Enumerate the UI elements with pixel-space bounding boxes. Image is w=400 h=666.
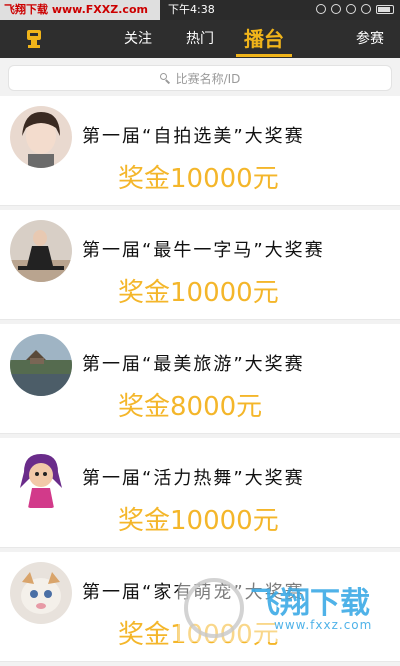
sync-icon <box>316 4 326 14</box>
status-bar: 飞翔下载 www.FXXZ.com 下午4:38 <box>0 0 400 20</box>
battery-icon <box>376 4 394 14</box>
signal-icon <box>361 4 371 14</box>
contest-prize: 奖金8000元 <box>118 392 263 422</box>
top-watermark: 飞翔下载 www.FXXZ.com <box>0 0 160 20</box>
watermark-brand: 飞翔下载 <box>250 586 370 621</box>
contest-title: 第一届“活力热舞”大奖赛 <box>82 468 305 489</box>
contest-card[interactable]: 第一届“最美旅游”大奖赛 奖金8000元 <box>0 324 400 434</box>
watermark-overlay: 飞翔下载 www.fxxz.com <box>178 574 388 642</box>
status-time: 下午4:38 <box>168 3 215 16</box>
tab-hot[interactable]: 热门 <box>172 20 228 58</box>
watermark-url: www.fxxz.com <box>274 618 373 632</box>
avatar <box>10 334 72 396</box>
contest-prize: 奖金10000元 <box>118 278 279 308</box>
active-tab-indicator <box>236 54 292 57</box>
location-icon <box>331 4 341 14</box>
logo-icon[interactable] <box>24 28 44 50</box>
contest-prize: 奖金10000元 <box>118 164 279 194</box>
avatar <box>10 106 72 168</box>
search-area: 比赛名称/ID <box>0 58 400 96</box>
top-nav: 关注 热门 播台 参赛 <box>0 20 400 58</box>
tab-follow[interactable]: 关注 <box>112 20 164 58</box>
watermark-logo-icon <box>184 578 244 638</box>
search-placeholder: 比赛名称/ID <box>175 71 241 86</box>
contest-title: 第一届“自拍选美”大奖赛 <box>82 126 305 147</box>
contest-title: 第一届“最美旅游”大奖赛 <box>82 354 305 375</box>
join-contest-button[interactable]: 参赛 <box>356 20 384 58</box>
contest-card[interactable]: 第一届“自拍选美”大奖赛 奖金10000元 <box>0 96 400 206</box>
contest-title: 第一届“最牛一字马”大奖赛 <box>82 240 325 261</box>
tab-stage[interactable]: 播台 <box>232 20 296 58</box>
search-icon <box>159 73 170 83</box>
search-input[interactable]: 比赛名称/ID <box>8 65 392 91</box>
avatar <box>10 448 72 510</box>
contest-prize: 奖金10000元 <box>118 506 279 536</box>
contest-card[interactable]: 第一届“最牛一字马”大奖赛 奖金10000元 <box>0 210 400 320</box>
alarm-icon <box>346 4 356 14</box>
status-icons <box>316 4 394 14</box>
avatar <box>10 220 72 282</box>
contest-card[interactable]: 第一届“活力热舞”大奖赛 奖金10000元 <box>0 438 400 548</box>
avatar <box>10 562 72 624</box>
